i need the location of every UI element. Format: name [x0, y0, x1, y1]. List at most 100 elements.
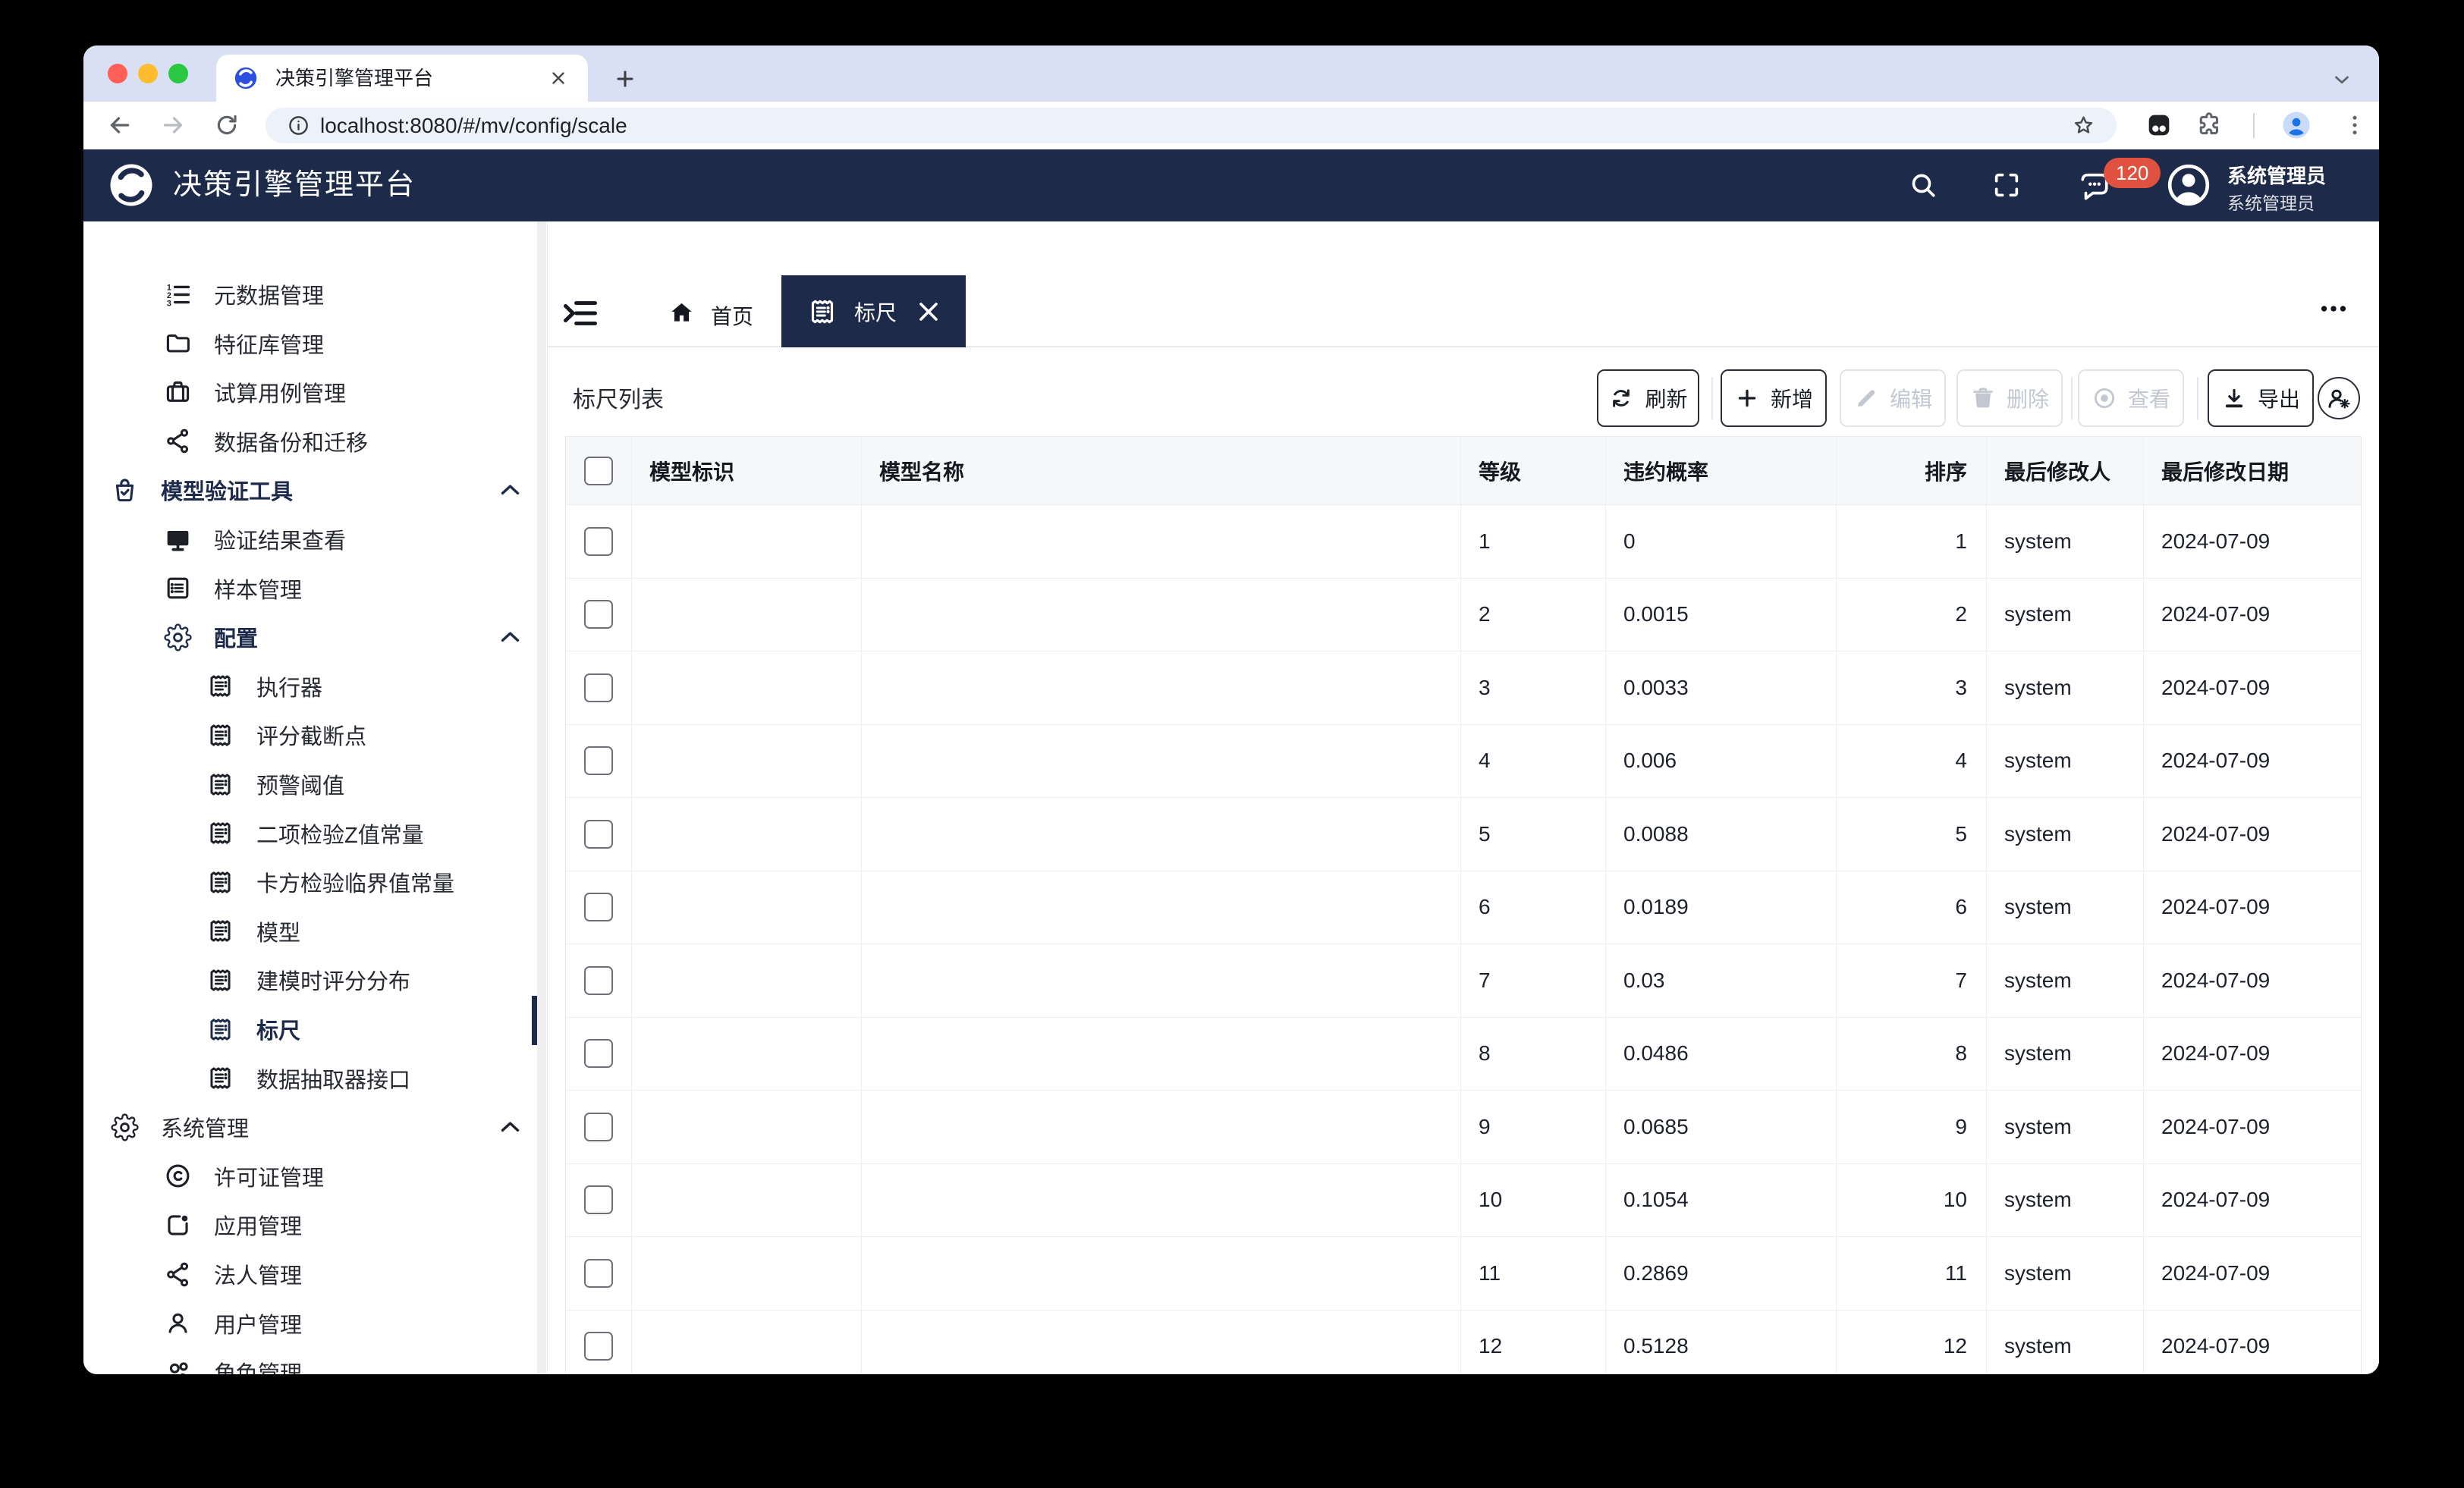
table-row[interactable]: 20.00152system2024-07-09 — [566, 579, 2361, 652]
sidebar-item-label: 系统管理 — [161, 1111, 249, 1143]
sidebar-item[interactable]: 标尺 — [83, 1005, 531, 1053]
sidebar-item[interactable]: 卡方检验临界值常量 — [83, 858, 531, 906]
chevron-up-icon[interactable] — [496, 476, 524, 504]
plus-button[interactable]: 新增 — [1721, 369, 1827, 427]
adblock-extension-icon[interactable] — [2144, 110, 2174, 140]
table-row[interactable]: 110.286911system2024-07-09 — [566, 1237, 2361, 1311]
refresh-button[interactable]: 刷新 — [1597, 369, 1699, 427]
chevron-up-icon[interactable] — [496, 623, 524, 651]
browser-menu-icon[interactable] — [2341, 111, 2368, 139]
close-window-button[interactable] — [108, 64, 127, 83]
sidebar-item[interactable]: 用户管理 — [83, 1299, 531, 1348]
sidebar-item[interactable]: 特征库管理 — [83, 319, 531, 368]
tab-home[interactable]: 首页 — [711, 300, 753, 331]
fullscreen-icon[interactable] — [1991, 170, 2022, 200]
row-checkbox[interactable] — [584, 1259, 613, 1288]
row-checkbox[interactable] — [584, 1185, 613, 1214]
maximize-window-button[interactable] — [168, 64, 188, 83]
sidebar-item[interactable]: 样本管理 — [83, 564, 531, 613]
cell-checkbox — [566, 944, 632, 1017]
chevron-up-icon[interactable] — [496, 1113, 524, 1141]
sidebar-item[interactable]: 二项检验Z值常量 — [83, 809, 531, 858]
sidebar-item-label: 许可证管理 — [214, 1160, 324, 1192]
table-row[interactable]: 120.512812system2024-07-09 — [566, 1311, 2361, 1375]
table-row[interactable]: 101system2024-07-09 — [566, 505, 2361, 579]
content-panel: 标尺列表 刷新新增编辑删除查看导出 模型标识模型名称等级违约概率排序最后修改人最… — [548, 347, 2379, 1374]
sidebar-item[interactable]: 法人管理 — [83, 1250, 531, 1298]
sidebar-item[interactable]: 123元数据管理 — [83, 270, 531, 319]
sidebar-item[interactable]: 许可证管理 — [83, 1152, 531, 1201]
table-row[interactable]: 30.00333system2024-07-09 — [566, 651, 2361, 725]
sidebar-scrollbar-track[interactable] — [537, 221, 546, 1374]
plus-icon — [1734, 385, 1760, 411]
search-icon[interactable] — [1908, 170, 1938, 200]
sidebar-item[interactable]: 配置 — [83, 613, 531, 661]
browser-tab[interactable]: 决策引擎管理平台 — [216, 55, 588, 102]
row-checkbox[interactable] — [584, 746, 613, 775]
cell-level: 10 — [1461, 1164, 1606, 1237]
browser-profile-avatar[interactable] — [2280, 109, 2312, 141]
back-button[interactable] — [106, 111, 134, 139]
row-checkbox[interactable] — [584, 893, 613, 921]
sidebar-item[interactable]: 数据抽取器接口 — [83, 1054, 531, 1103]
cell-model_id — [632, 1164, 862, 1237]
home-icon[interactable] — [668, 299, 696, 327]
sidebar-item[interactable]: 模型验证工具 — [83, 466, 531, 514]
cell-modified_date: 2024-07-09 — [2144, 798, 2362, 871]
table-row[interactable]: 70.037system2024-07-09 — [566, 944, 2361, 1018]
forward-button — [159, 111, 187, 139]
more-actions-icon[interactable] — [2316, 291, 2351, 326]
column-settings-button[interactable] — [2318, 377, 2360, 419]
reload-button[interactable] — [214, 112, 240, 138]
cell-modified_by: system — [1987, 725, 2144, 798]
collapse-sidebar-icon[interactable] — [561, 294, 600, 333]
close-tab-icon[interactable] — [913, 297, 944, 327]
row-checkbox[interactable] — [584, 1332, 613, 1361]
close-tab-icon[interactable] — [548, 68, 568, 88]
minimize-window-button[interactable] — [138, 64, 158, 83]
row-checkbox[interactable] — [584, 1113, 613, 1141]
table-row[interactable]: 90.06859system2024-07-09 — [566, 1091, 2361, 1164]
header-cell: 最后修改人 — [1987, 437, 2144, 504]
sidebar-item[interactable]: 评分截断点 — [83, 711, 531, 759]
sidebar-item[interactable]: 验证结果查看 — [83, 515, 531, 563]
cell-default_prob: 0.0189 — [1606, 871, 1837, 944]
sidebar-item-label: 用户管理 — [214, 1307, 302, 1339]
cell-sort: 2 — [1837, 579, 1987, 651]
row-checkbox[interactable] — [584, 673, 613, 702]
tab-scale-active[interactable]: 标尺 — [781, 275, 966, 347]
user-avatar[interactable] — [2165, 162, 2212, 209]
new-tab-button[interactable] — [613, 67, 637, 91]
table-row[interactable]: 50.00885system2024-07-09 — [566, 798, 2361, 871]
download-button[interactable]: 导出 — [2208, 369, 2314, 427]
row-checkbox[interactable] — [584, 1039, 613, 1068]
sidebar-item[interactable]: 执行器 — [83, 662, 531, 711]
tab-search-icon[interactable] — [2330, 68, 2353, 91]
sidebar-item[interactable]: 模型 — [83, 907, 531, 956]
table-row[interactable]: 60.01896system2024-07-09 — [566, 871, 2361, 945]
row-checkbox[interactable] — [584, 966, 613, 995]
address-bar[interactable]: localhost:8080/#/mv/config/scale — [266, 108, 2117, 143]
bookmark-star-icon[interactable] — [2071, 113, 2096, 138]
sidebar-item[interactable]: 试算用例管理 — [83, 368, 531, 416]
url-text[interactable]: localhost:8080/#/mv/config/scale — [320, 108, 627, 143]
site-info-icon[interactable] — [287, 114, 310, 137]
row-checkbox[interactable] — [584, 527, 613, 556]
table-row[interactable]: 40.0064system2024-07-09 — [566, 725, 2361, 799]
extensions-puzzle-icon[interactable] — [2195, 111, 2224, 140]
table-row[interactable]: 100.105410system2024-07-09 — [566, 1164, 2361, 1238]
select-all-checkbox[interactable] — [584, 457, 613, 485]
sidebar-item[interactable]: 数据备份和迁移 — [83, 417, 531, 466]
sidebar-item[interactable]: 建模时评分分布 — [83, 956, 531, 1004]
sidebar-item[interactable]: 预警阈值 — [83, 760, 531, 808]
sidebar-item[interactable]: 应用管理 — [83, 1201, 531, 1249]
table-row[interactable]: 80.04868system2024-07-09 — [566, 1018, 2361, 1091]
browser-toolbar: localhost:8080/#/mv/config/scale — [83, 102, 2379, 149]
row-checkbox[interactable] — [584, 820, 613, 849]
cell-model_name — [862, 1091, 1461, 1163]
sidebar-item-label: 样本管理 — [214, 573, 302, 604]
sidebar-item[interactable]: 系统管理 — [83, 1103, 531, 1151]
row-checkbox[interactable] — [584, 600, 613, 629]
sidebar-item[interactable]: 角色管理 — [83, 1348, 531, 1374]
cell-checkbox — [566, 505, 632, 578]
